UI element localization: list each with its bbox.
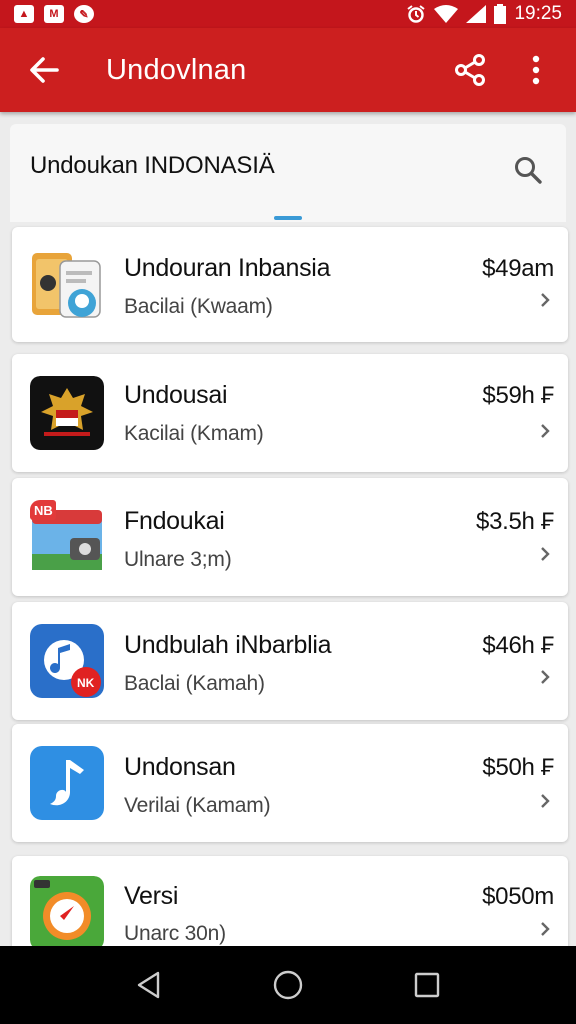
item-price: $50h ₣	[482, 754, 554, 781]
battery-icon	[494, 4, 507, 24]
item-subtitle: Bacilai (Kwaam)	[124, 295, 273, 318]
item-title: Versi	[124, 882, 179, 910]
item-price: $49am	[482, 255, 554, 282]
search-card: Undoukan INDONASIÄ	[10, 124, 566, 222]
chevron-right-icon	[541, 670, 550, 684]
document-app-icon	[30, 247, 104, 321]
item-title: Undouran Inbansia	[124, 254, 331, 282]
item-title: Undousai	[124, 381, 228, 409]
status-left-icons: ▲ M ✎	[14, 5, 94, 23]
search-button[interactable]	[508, 150, 548, 190]
system-nav-bar	[0, 946, 576, 1024]
alarm-icon	[406, 4, 426, 24]
list-item[interactable]: NB Fndoukai Ulnare 3;m) $3.5h ₣	[12, 478, 568, 596]
note-app-icon	[30, 746, 104, 820]
nav-home-button[interactable]	[258, 955, 318, 1015]
nav-back-icon	[138, 971, 160, 999]
mail-icon: M	[44, 5, 64, 23]
svg-text:NK: NK	[77, 676, 95, 690]
item-title: Undbulah iNbarblia	[124, 631, 332, 659]
item-title: Undonsan	[124, 753, 236, 781]
back-button[interactable]	[18, 44, 70, 96]
item-price: $46h ₣	[482, 632, 554, 659]
item-price: $050m	[482, 883, 554, 910]
compass-icon: ✎	[74, 5, 94, 23]
item-title: Fndoukai	[124, 507, 225, 535]
chevron-right-icon	[541, 547, 550, 561]
search-icon	[515, 157, 542, 184]
image-icon: ▲	[14, 5, 34, 23]
search-tab-indicator	[274, 216, 302, 220]
item-price: $59h ₣	[482, 382, 554, 409]
app-bar: Undovlnan	[0, 28, 576, 112]
share-button[interactable]	[446, 44, 494, 96]
chevron-right-icon	[541, 293, 550, 307]
item-price: $3.5h ₣	[476, 508, 554, 535]
music-app-icon: NK	[30, 624, 104, 698]
item-subtitle: Baclai (Kamah)	[124, 672, 265, 695]
nav-recents-button[interactable]	[397, 955, 457, 1015]
nav-recents-icon	[414, 972, 439, 998]
nav-back-button[interactable]	[119, 955, 179, 1015]
wifi-icon	[434, 5, 459, 23]
list-item[interactable]: Undousai Kacilai (Kmam) $59h ₣	[12, 354, 568, 472]
status-time: 19:25	[514, 3, 562, 24]
garuda-app-icon	[30, 376, 104, 450]
folder-app-icon: NB	[30, 500, 104, 574]
share-icon	[455, 54, 485, 86]
more-vert-icon	[532, 55, 540, 85]
svg-text:NB: NB	[34, 503, 53, 518]
more-options-button[interactable]	[514, 44, 558, 96]
status-right-icons: 19:25	[406, 3, 562, 25]
list-item[interactable]: Undouran Inbansia Bacilai (Kwaam) $49am	[12, 227, 568, 342]
item-subtitle: Kacilai (Kmam)	[124, 422, 264, 445]
status-bar: ▲ M ✎ 19:25	[0, 0, 576, 28]
signal-icon	[466, 5, 487, 23]
item-subtitle: Verilai (Kamam)	[124, 794, 271, 817]
app-title: Undovlnan	[106, 53, 247, 86]
chevron-right-icon	[541, 794, 550, 808]
item-subtitle: Ulnare 3;m)	[124, 548, 232, 571]
list-item[interactable]: NK Undbulah iNbarblia Baclai (Kamah) $46…	[12, 602, 568, 720]
compass-app-icon	[30, 876, 104, 950]
item-subtitle: Unarc 30n)	[124, 922, 226, 945]
search-query[interactable]: Undoukan INDONASIÄ	[30, 152, 275, 180]
chevron-right-icon	[541, 424, 550, 438]
chevron-right-icon	[541, 922, 550, 936]
arrow-left-icon	[30, 57, 59, 83]
list-item[interactable]: Undonsan Verilai (Kamam) $50h ₣	[12, 724, 568, 842]
nav-home-icon	[273, 970, 303, 1000]
